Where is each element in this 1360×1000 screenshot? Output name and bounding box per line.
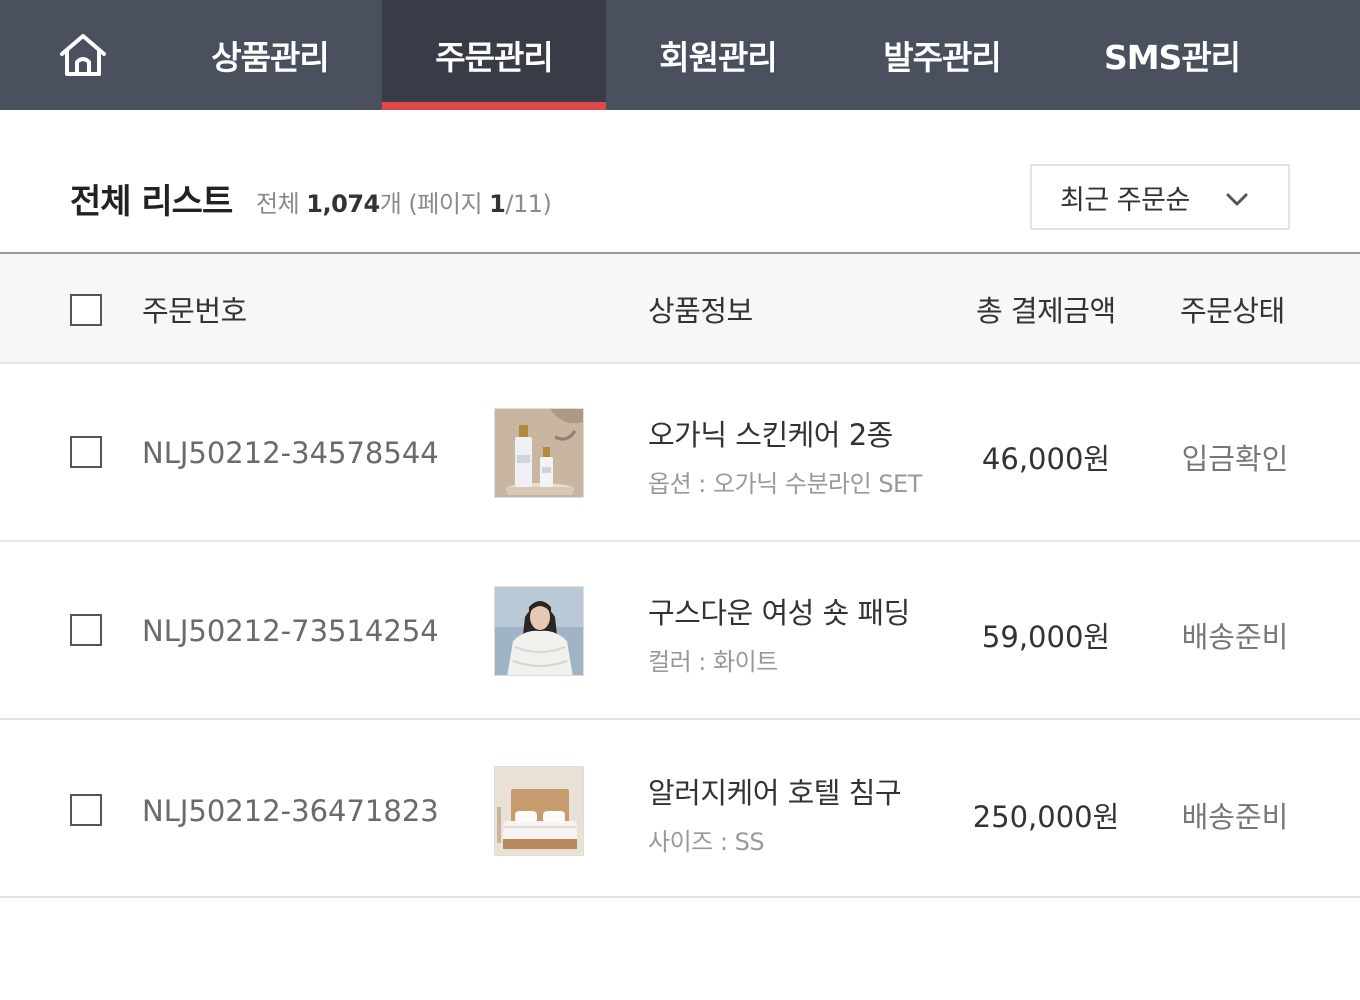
home-icon [60, 34, 106, 76]
product-name[interactable]: 구스다운 여성 숏 패딩 [648, 590, 910, 632]
skincare-bottles-image [495, 409, 583, 497]
product-option: 컬러 : 화이트 [648, 648, 778, 676]
total-suffix: 개 (페이지 [379, 190, 490, 218]
hotel-bedding-image [495, 767, 583, 855]
list-title: 전체 리스트 [70, 182, 233, 222]
select-all-checkbox[interactable] [70, 294, 102, 326]
total-price: 59,000원 [981, 620, 1111, 654]
nav-tab-orders[interactable]: 주문관리 [382, 0, 606, 110]
product-thumbnail[interactable] [494, 408, 584, 498]
header-total: 총 결제금액 [976, 294, 1116, 328]
list-count-summary: 전체 1,074개 (페이지 1/11) [256, 184, 552, 219]
table-row: NLJ50212-73514254 구스다운 여성 숏 패딩 컬러 : 화이트 … [0, 542, 1360, 720]
chevron-down-icon [1226, 193, 1248, 206]
order-number-link[interactable]: NLJ50212-36471823 [142, 794, 439, 828]
top-nav: 상품관리 주문관리 회원관리 발주관리 SMS관리 [0, 0, 1360, 110]
product-name[interactable]: 오가닉 스킨케어 2종 [648, 412, 893, 454]
page-current: 1 [489, 190, 506, 218]
product-option: 사이즈 : SS [648, 828, 765, 856]
page-total: /11) [505, 190, 552, 218]
order-number-link[interactable]: NLJ50212-73514254 [142, 614, 439, 648]
sort-selected-value: 최근 주문순 [1060, 184, 1190, 216]
product-option: 옵션 : 오가닉 수분라인 SET [648, 470, 922, 498]
order-status: 입금확인 [1181, 442, 1289, 476]
total-count: 1,074 [306, 190, 380, 218]
product-name[interactable]: 알러지케어 호텔 침구 [648, 770, 902, 812]
nav-tab-purchase-orders[interactable]: 발주관리 [830, 0, 1054, 110]
total-prefix: 전체 [256, 190, 307, 218]
row-checkbox[interactable] [70, 794, 102, 826]
order-status: 배송준비 [1181, 800, 1289, 834]
product-thumbnail[interactable] [494, 766, 584, 856]
table-row: NLJ50212-36471823 알러지케어 호텔 침구 사이즈 : SS 2… [0, 720, 1360, 898]
total-price: 46,000원 [981, 442, 1111, 476]
header-product: 상품정보 [648, 294, 753, 328]
table-header: 주문번호 상품정보 총 결제금액 주문상태 [0, 252, 1360, 364]
nav-tab-sms[interactable]: SMS관리 [1060, 0, 1284, 110]
row-checkbox[interactable] [70, 614, 102, 646]
product-thumbnail[interactable] [494, 586, 584, 676]
table-row: NLJ50212-34578544 오가닉 스킨케어 2종 옵션 : 오가닉 수… [0, 364, 1360, 542]
nav-tab-members[interactable]: 회원관리 [606, 0, 830, 110]
nav-tab-products[interactable]: 상품관리 [158, 0, 382, 110]
header-status: 주문상태 [1180, 294, 1285, 328]
order-status: 배송준비 [1181, 620, 1289, 654]
order-number-link[interactable]: NLJ50212-34578544 [142, 436, 439, 470]
total-price: 250,000원 [972, 800, 1120, 834]
nav-home-button[interactable] [0, 0, 166, 110]
row-checkbox[interactable] [70, 436, 102, 468]
sort-select[interactable]: 최근 주문순 [1030, 164, 1290, 230]
white-padding-jacket-image [495, 587, 583, 675]
header-order-no: 주문번호 [142, 294, 247, 328]
